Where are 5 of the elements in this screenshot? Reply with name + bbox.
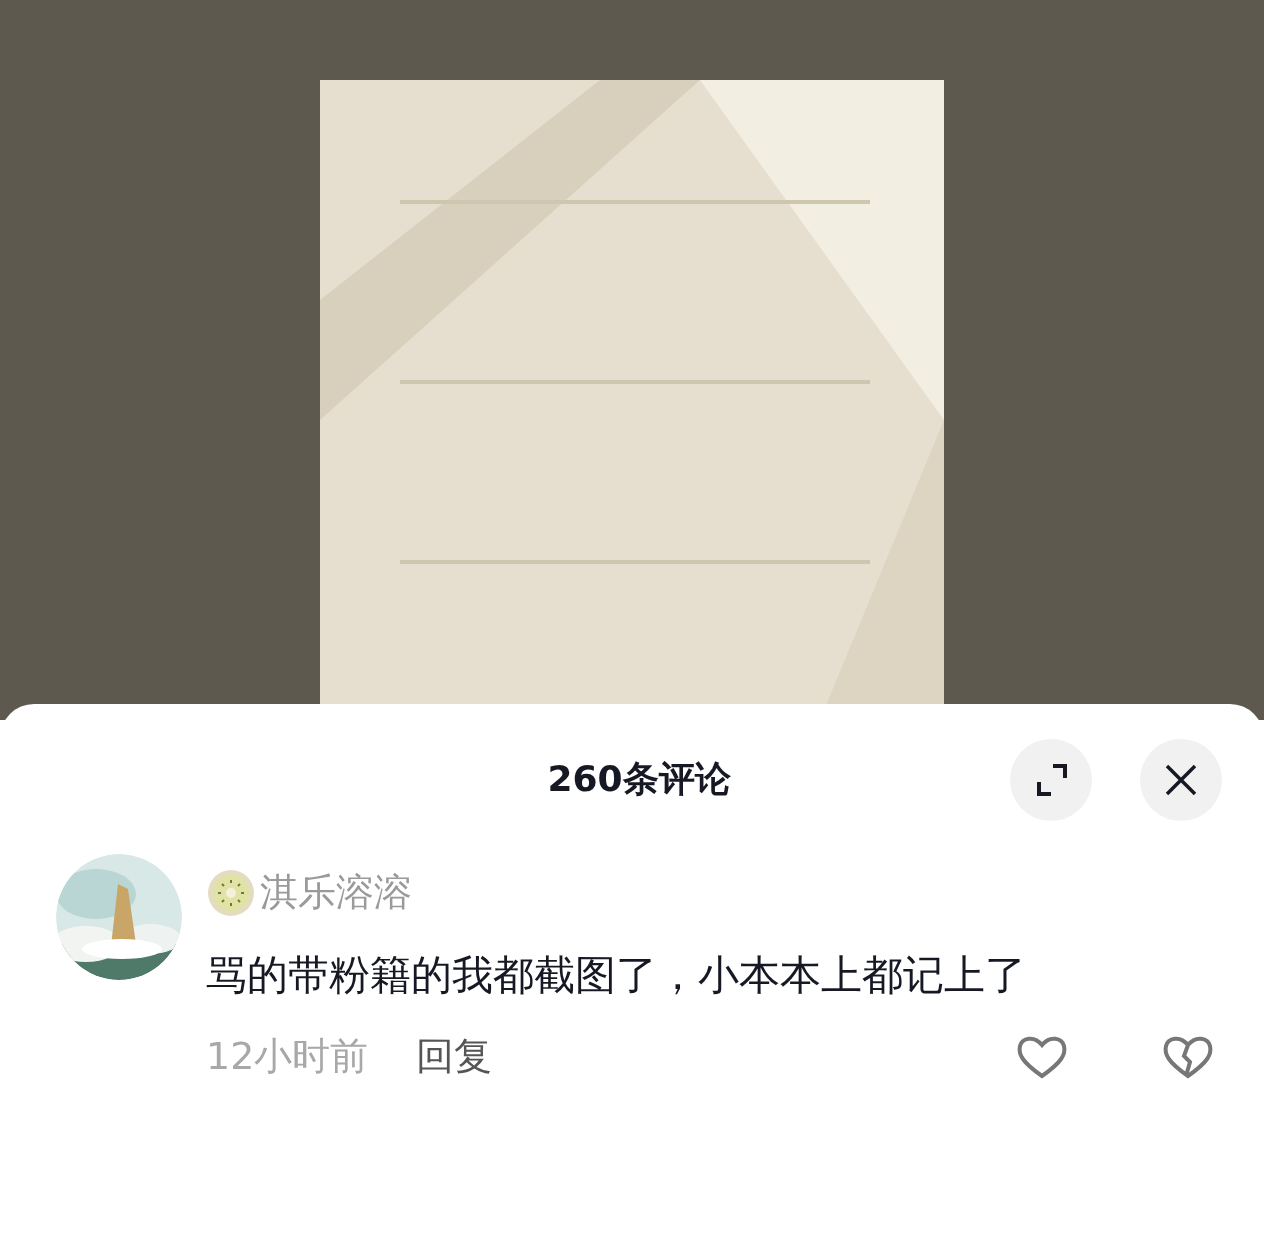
kiwi-badge-icon — [206, 867, 256, 918]
comment-time: 12小时前 — [206, 1033, 369, 1080]
comment-text: 骂的带粉籍的我都截图了，小本本上都记上了 — [206, 950, 1027, 1001]
reply-link[interactable]: 回复 — [416, 1028, 493, 1085]
panel-title: 260条评论 — [547, 757, 731, 801]
